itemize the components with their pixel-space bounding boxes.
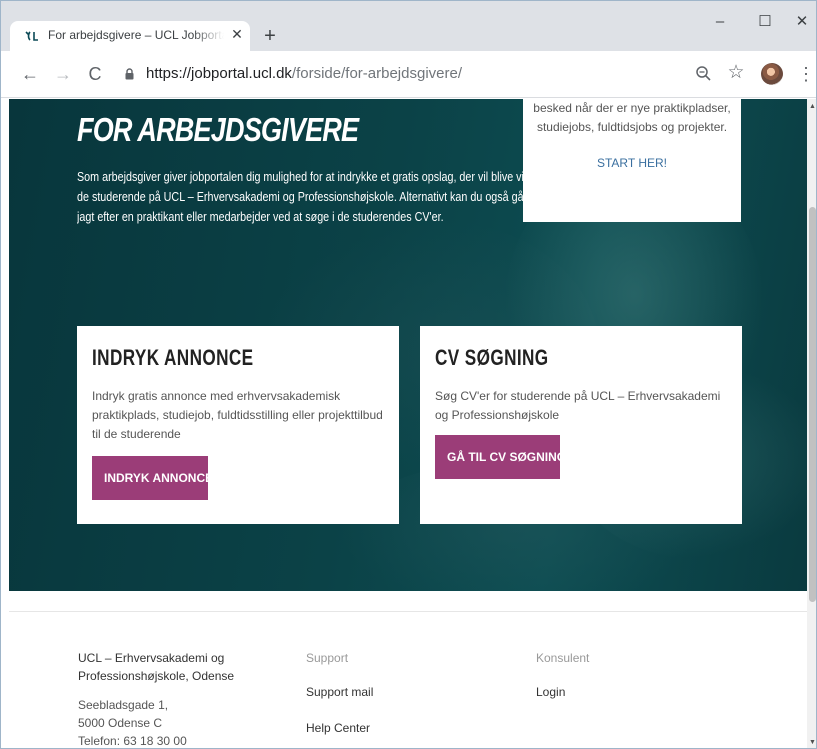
back-arrow-icon[interactable]: ← bbox=[19, 63, 41, 85]
footer-divider bbox=[9, 611, 807, 612]
tab-strip: For arbejdsgivere – UCL Jobportal ✕ + – … bbox=[1, 1, 816, 51]
card-text: Indryk gratis annonce med erhvervsakadem… bbox=[92, 389, 383, 441]
post-ad-card: INDRYK ANNONCE Indryk gratis annonce med… bbox=[77, 326, 399, 524]
zoom-icon[interactable] bbox=[694, 64, 714, 84]
new-tab-icon[interactable]: + bbox=[259, 25, 281, 47]
hero-intro-text: Som arbejdsgiver giver jobportalen dig m… bbox=[77, 170, 548, 224]
footer-org-name: UCL – Erhvervsakademi og Professionshøjs… bbox=[78, 651, 235, 683]
browser-window: For arbejdsgivere – UCL Jobportal ✕ + – … bbox=[0, 0, 817, 749]
footer-address-line: 5000 Odense C bbox=[78, 716, 163, 730]
address-bar[interactable]: https://jobportal.ucl.dk/forside/for-arb… bbox=[146, 65, 462, 82]
card-title: CV SØGNING bbox=[435, 345, 549, 370]
cv-search-card: CV SØGNING Søg CV'er for studerende på U… bbox=[420, 326, 742, 524]
start-here-link[interactable]: START HER! bbox=[523, 156, 741, 170]
page-scrollbar[interactable]: ▲ ▼ bbox=[807, 99, 816, 748]
bookmark-star-icon[interactable]: ☆ bbox=[725, 62, 747, 84]
tab-close-icon[interactable]: ✕ bbox=[228, 25, 246, 43]
page-viewport: FOR ARBEJDSGIVERE Som arbejdsgiver giver… bbox=[1, 99, 807, 748]
browser-tab[interactable]: For arbejdsgivere – UCL Jobportal ✕ bbox=[10, 21, 250, 51]
scroll-up-arrow-icon[interactable]: ▲ bbox=[809, 103, 816, 110]
job-alert-text: besked når der er nye praktikpladser, st… bbox=[533, 101, 731, 134]
login-link[interactable]: Login bbox=[536, 685, 565, 699]
scrollbar-thumb[interactable] bbox=[809, 207, 816, 602]
reload-icon[interactable]: C bbox=[84, 63, 106, 85]
help-center-link[interactable]: Help Center bbox=[306, 721, 370, 735]
support-mail-link[interactable]: Support mail bbox=[306, 685, 373, 699]
window-close-icon[interactable]: ✕ bbox=[787, 9, 816, 35]
profile-avatar[interactable] bbox=[761, 63, 783, 85]
footer-address: Seebladsgade 1, 5000 Odense C Telefon: 6… bbox=[78, 696, 187, 748]
job-alert-box: besked når der er nye praktikpladser, st… bbox=[523, 99, 741, 222]
scroll-down-arrow-icon[interactable]: ▼ bbox=[809, 739, 816, 746]
card-title: INDRYK ANNONCE bbox=[92, 345, 254, 370]
card-text: Søg CV'er for studerende på UCL – Erhver… bbox=[435, 389, 721, 422]
ucl-favicon-icon bbox=[25, 31, 38, 41]
hero-section: FOR ARBEJDSGIVERE Som arbejdsgiver giver… bbox=[9, 99, 807, 591]
url-path: /forside/for-arbejdsgivere/ bbox=[291, 65, 462, 82]
forward-arrow-icon[interactable]: → bbox=[52, 63, 74, 85]
cv-search-button[interactable]: GÅ TIL CV SØGNING bbox=[435, 435, 566, 479]
footer-support-heading: Support bbox=[306, 651, 349, 665]
footer-org: UCL – Erhvervsakademi og Professionshøjs… bbox=[78, 649, 278, 685]
window-maximize-icon[interactable]: ☐ bbox=[750, 9, 780, 35]
footer-address-line: Seebladsgade 1, bbox=[78, 698, 169, 712]
tab-title: For arbejdsgivere – UCL Jobportal bbox=[48, 28, 224, 42]
post-ad-button[interactable]: INDRYK ANNONCE bbox=[92, 456, 213, 500]
page-title: FOR ARBEJDSGIVERE bbox=[77, 111, 359, 148]
browser-toolbar: ← → C https://jobportal.ucl.dk/forside/f… bbox=[1, 51, 816, 98]
footer-konsulent-heading: Konsulent bbox=[536, 651, 590, 665]
footer-phone: Telefon: 63 18 30 00 bbox=[78, 734, 187, 748]
browser-menu-icon[interactable]: ⋮ bbox=[797, 63, 815, 85]
url-host: https://jobportal.ucl.dk bbox=[146, 65, 292, 82]
window-minimize-icon[interactable]: – bbox=[705, 9, 735, 35]
lock-icon bbox=[125, 68, 134, 80]
